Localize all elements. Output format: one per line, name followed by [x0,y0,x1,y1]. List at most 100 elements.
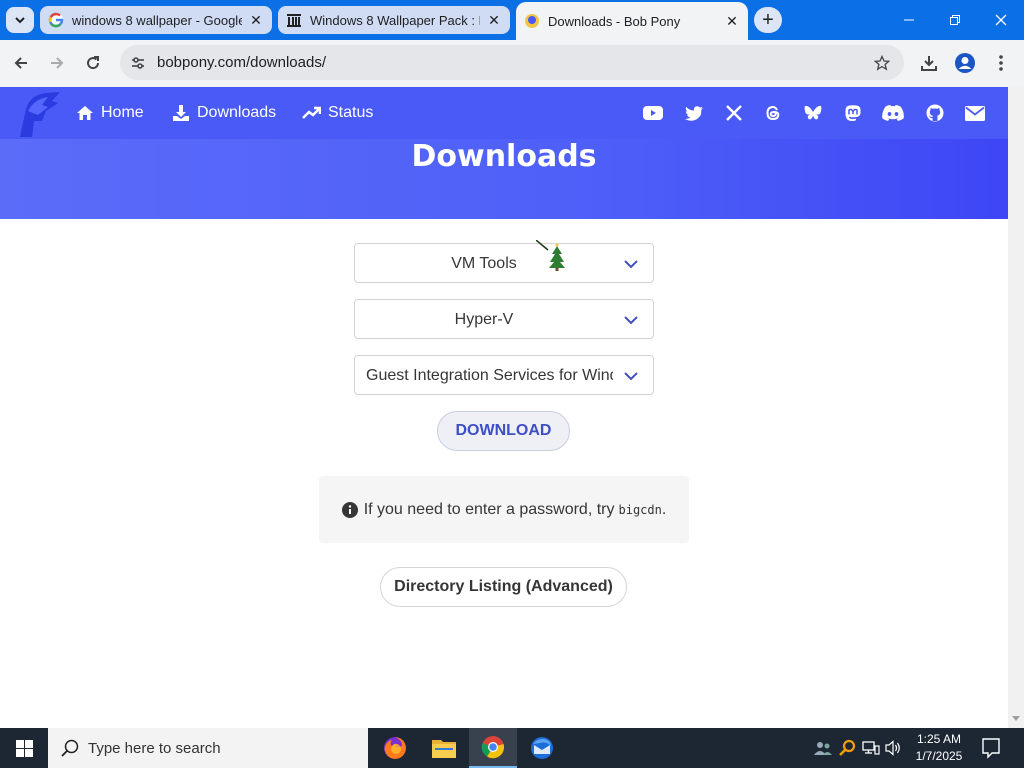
taskbar-firefox[interactable] [371,728,419,768]
nav-link-label: Home [101,104,144,121]
scroll-down-arrow-icon[interactable] [1012,714,1020,722]
new-tab-button[interactable]: + [754,7,782,33]
password-notice: If you need to enter a password, try big… [319,476,689,543]
clock-date: 1/7/2025 [915,749,963,763]
close-tab-icon[interactable]: ✕ [486,12,502,28]
arrow-right-icon [51,57,64,69]
file-explorer-icon [432,740,456,758]
clock-time: 1:25 AM [916,732,962,746]
windows-taskbar: Type here to search 1:25 AM 1/7/2025 [0,728,1024,768]
restore-icon [950,15,960,25]
item-select[interactable]: Guest Integration Services for Windows [354,355,654,395]
page-scrollbar[interactable] [1008,87,1024,728]
reload-icon [87,56,100,70]
discord-icon[interactable] [882,102,904,124]
archive-icon [286,12,302,28]
info-icon [341,501,358,518]
minimize-icon [904,19,914,21]
nav-home-link[interactable]: Home [76,102,144,124]
profile-icon [955,53,975,73]
download-icon [921,56,937,71]
minimize-button[interactable] [886,0,932,40]
search-icon [61,739,79,757]
github-icon[interactable] [924,102,946,124]
page-hero: Downloads [0,139,1008,219]
chevron-down-icon [624,260,638,269]
tab-title: Windows 8 Wallpaper Pack : M [310,12,480,28]
item-select-value: Guest Integration Services for Windows [366,367,613,384]
google-icon [48,12,64,28]
tree-cursor-icon [536,240,565,271]
reload-button[interactable] [78,48,108,78]
mail-icon[interactable] [964,102,986,124]
tab-downloads-active[interactable]: Downloads - Bob Pony ✕ [516,2,748,40]
magnifier-tray-icon[interactable] [837,738,857,758]
profile-button[interactable] [950,48,980,78]
close-icon [995,14,1007,26]
people-tray-icon[interactable] [813,738,833,758]
bobpony-icon [524,13,540,29]
start-button[interactable] [0,728,48,768]
notification-center-icon[interactable] [978,736,1004,760]
directory-listing-button[interactable]: Directory Listing (Advanced) [380,567,627,607]
close-tab-icon[interactable]: ✕ [248,12,264,28]
download-icon [173,105,189,121]
platform-select-value: Hyper-V [454,311,514,328]
firefox-icon [384,737,406,759]
chrome-icon [481,736,505,759]
search-placeholder: Type here to search [88,739,221,757]
tab-strip: windows 8 wallpaper - Google ✕ Windows 8… [0,0,1024,40]
browser-toolbar: bobpony.com/downloads/ [0,40,1024,87]
mastodon-icon[interactable] [842,102,864,124]
close-window-button[interactable] [978,0,1024,40]
chevron-down-icon [15,17,25,24]
thunderbird-icon [531,737,553,759]
threads-icon[interactable] [762,102,784,124]
category-select-value: VM Tools [451,255,517,272]
taskbar-file-explorer[interactable] [420,728,468,768]
page-title: Downloads [411,139,597,174]
site-navbar: Home Downloads Status [0,87,1008,139]
tab-title: Downloads - Bob Pony [548,13,681,29]
browser-menu-button[interactable] [986,48,1016,78]
taskbar-clock[interactable]: 1:25 AM 1/7/2025 [906,731,972,765]
more-vertical-icon [999,55,1003,71]
home-icon [77,106,93,120]
tab-google[interactable]: windows 8 wallpaper - Google ✕ [40,6,272,34]
download-button[interactable]: DOWNLOAD [437,411,570,451]
bobpony-logo[interactable] [12,89,62,139]
forward-button[interactable] [42,48,72,78]
bookmark-star-icon[interactable] [872,53,892,73]
tab-search-button[interactable] [6,7,34,33]
chevron-down-icon [624,316,638,325]
windows-logo-icon [15,739,33,757]
twitter-icon[interactable] [683,102,705,124]
taskbar-search[interactable]: Type here to search [48,728,368,768]
close-tab-icon[interactable]: ✕ [724,13,740,29]
network-tray-icon[interactable] [861,738,881,758]
nav-link-label: Downloads [197,104,277,121]
taskbar-chrome[interactable] [469,728,517,768]
url-text: bobpony.com/downloads/ [157,54,326,71]
nav-status-link[interactable]: Status [302,102,373,124]
category-select[interactable]: VM Tools [354,243,654,283]
chevron-down-icon [624,372,638,381]
tab-archive[interactable]: Windows 8 Wallpaper Pack : M ✕ [278,6,510,34]
taskbar-thunderbird[interactable] [518,728,566,768]
notice-text: If you need to enter a password, try [363,500,615,518]
volume-tray-icon[interactable] [884,738,904,758]
notice-password: bigcdn [618,502,662,517]
x-icon[interactable] [723,102,745,124]
platform-select[interactable]: Hyper-V [354,299,654,339]
address-bar[interactable]: bobpony.com/downloads/ [120,45,904,80]
nav-downloads-link[interactable]: Downloads [172,102,276,124]
downloads-button[interactable] [914,48,944,78]
back-button[interactable] [6,48,36,78]
tab-title: windows 8 wallpaper - Google [72,12,242,28]
restore-button[interactable] [932,0,978,40]
youtube-icon[interactable] [642,102,664,124]
nav-link-label: Status [328,104,374,121]
site-settings-icon[interactable] [128,53,148,73]
notice-suffix: . [661,500,667,518]
bluesky-icon[interactable] [802,102,824,124]
